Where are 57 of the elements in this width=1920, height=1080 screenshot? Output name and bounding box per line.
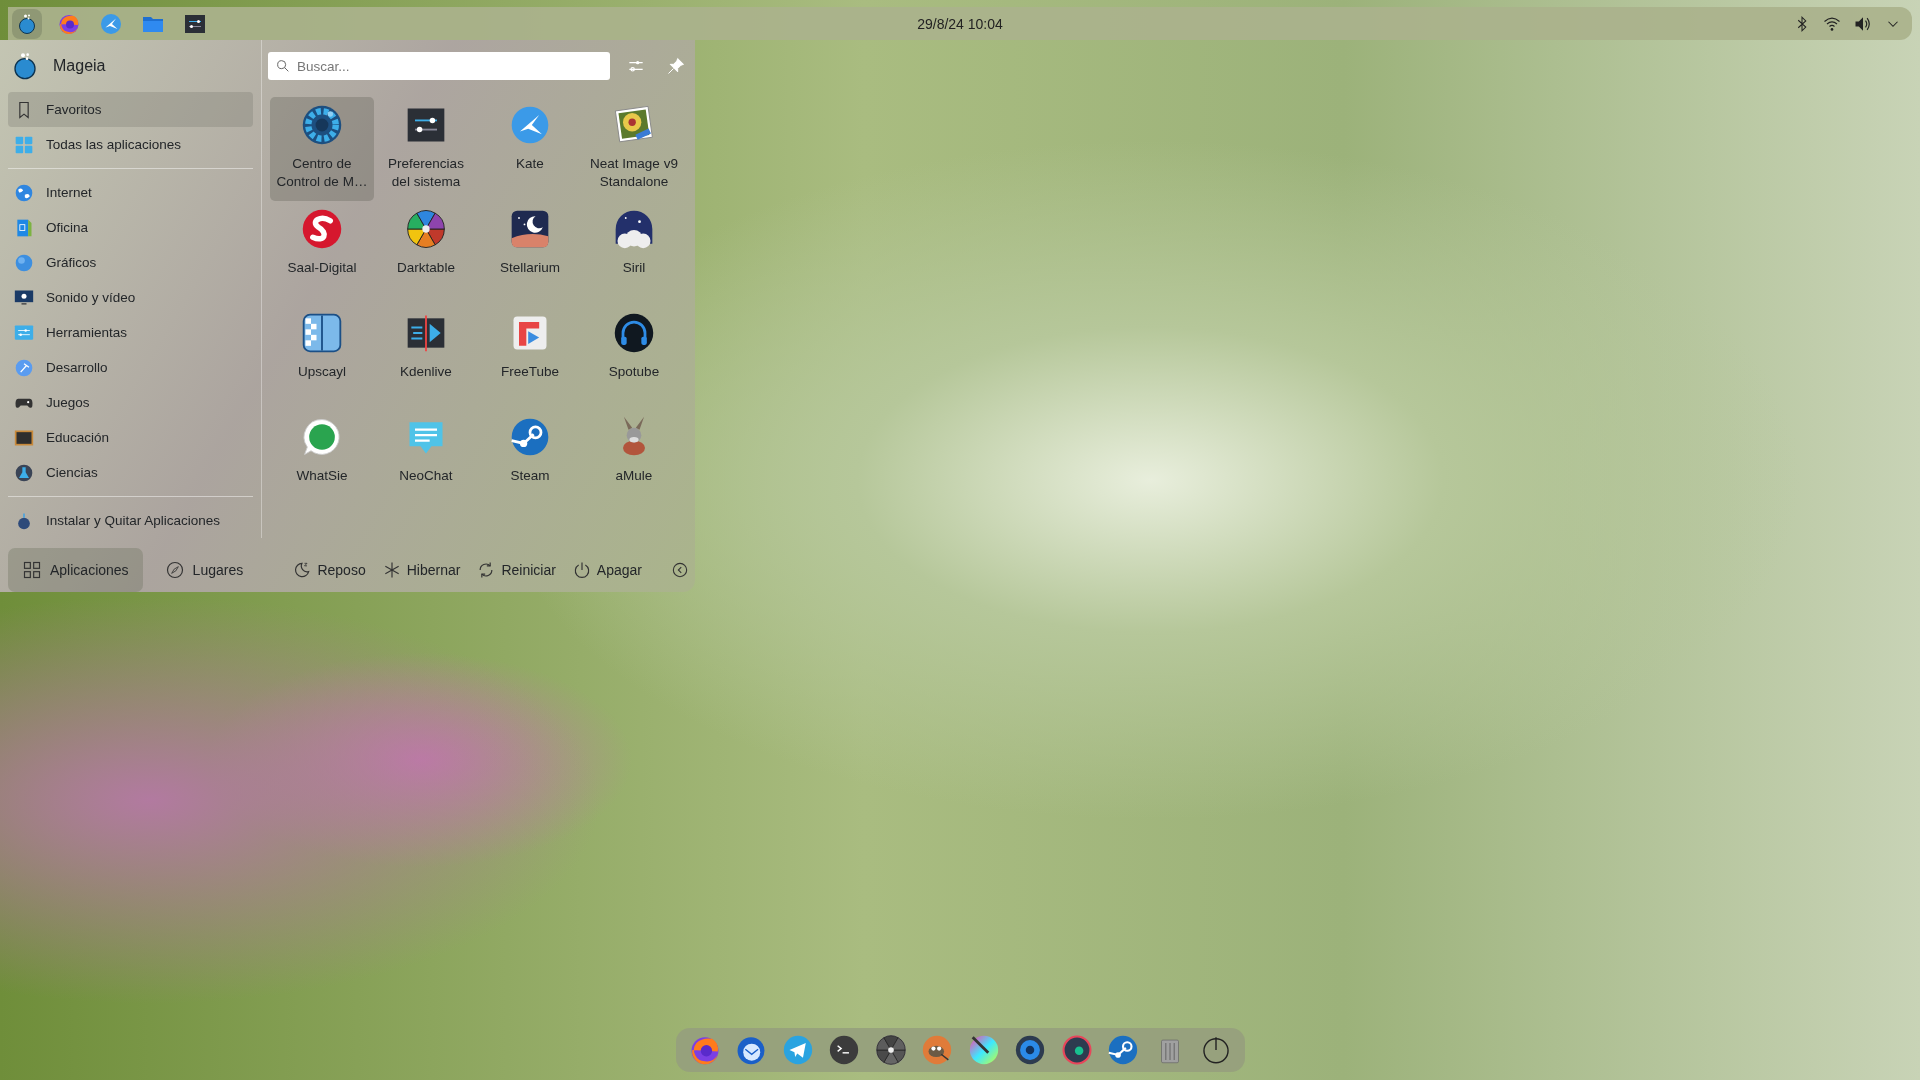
power-action-button[interactable]: Hibernar [375, 556, 467, 584]
pin-icon [666, 56, 686, 76]
launcher-button[interactable] [12, 8, 42, 39]
sidebar-item[interactable]: Desarrollo [8, 350, 253, 385]
tab[interactable]: Lugares [150, 548, 258, 592]
sidebar-item[interactable]: Favoritos [8, 92, 253, 127]
hammer-icon [14, 357, 34, 378]
sidebar-item[interactable]: Juegos [8, 385, 253, 420]
document-icon [14, 217, 34, 238]
bird-icon [99, 11, 123, 36]
app-tile[interactable]: Steam [478, 409, 582, 513]
sidebar-item[interactable]: Herramientas [8, 315, 253, 350]
app-tile[interactable]: WhatSie [270, 409, 374, 513]
sidebar-item[interactable]: Educación [8, 420, 253, 455]
sidebar-item[interactable]: Gráficos [8, 245, 253, 280]
power-action-button[interactable]: Apagar [565, 556, 648, 584]
swirl-logo-icon [300, 207, 344, 251]
power-action-button[interactable]: Reposo [286, 556, 372, 584]
app-tile[interactable]: Upscayl [270, 305, 374, 409]
checkered-icon [300, 311, 344, 355]
app-tile[interactable]: Siril [582, 201, 686, 305]
sidebar-item[interactable]: Sonido y vídeo [8, 280, 253, 315]
app-tile[interactable]: Preferencias del sistema [374, 97, 478, 201]
compass-icon [164, 560, 185, 580]
headphones-icon [612, 311, 656, 355]
user-name: Mageia [53, 57, 106, 75]
sidebar-item[interactable]: Ciencias [8, 455, 253, 490]
flask-icon [14, 462, 34, 483]
search-icon [275, 58, 291, 74]
aperture-icon [404, 207, 448, 251]
sphere-icon [14, 252, 34, 273]
aperture-icon [873, 1033, 908, 1067]
globe-icon [14, 182, 34, 203]
app-tile[interactable]: aMule [582, 409, 686, 513]
search-field[interactable]: Buscar... [268, 52, 610, 80]
sidebar-item[interactable]: Todas las aplicaciones [8, 127, 253, 162]
grid-icon [14, 134, 34, 155]
app-tile[interactable]: Neat Image v9 Standalone [582, 97, 686, 201]
app-tile[interactable]: Kate [478, 97, 582, 201]
grid-icon [22, 560, 42, 580]
back-icon [670, 560, 690, 580]
app-tile[interactable]: FreeTube [478, 305, 582, 409]
sidebar-item[interactable]: Oficina [8, 210, 253, 245]
gear-icon [300, 103, 344, 147]
tab[interactable]: Aplicaciones [8, 548, 143, 592]
app-tile[interactable]: Stellarium [478, 201, 582, 305]
app-tile[interactable]: Kdenlive [374, 305, 478, 409]
dock-item[interactable] [873, 1033, 908, 1067]
clock[interactable]: 29/8/24 10:04 [917, 15, 1003, 32]
app-tile[interactable]: Saal-Digital [270, 201, 374, 305]
power-action-button[interactable]: Reiniciar [470, 556, 562, 584]
app-tile[interactable]: Darktable [374, 201, 478, 305]
app-tile[interactable]: Spotube [582, 305, 686, 409]
app-tile[interactable]: NeoChat [374, 409, 478, 513]
sidebar-item[interactable]: Internet [8, 175, 253, 210]
app-tile[interactable]: Centro de Control de M… [270, 97, 374, 201]
sidebar-item[interactable]: Instalar y Quitar Aplicaciones [8, 503, 253, 538]
